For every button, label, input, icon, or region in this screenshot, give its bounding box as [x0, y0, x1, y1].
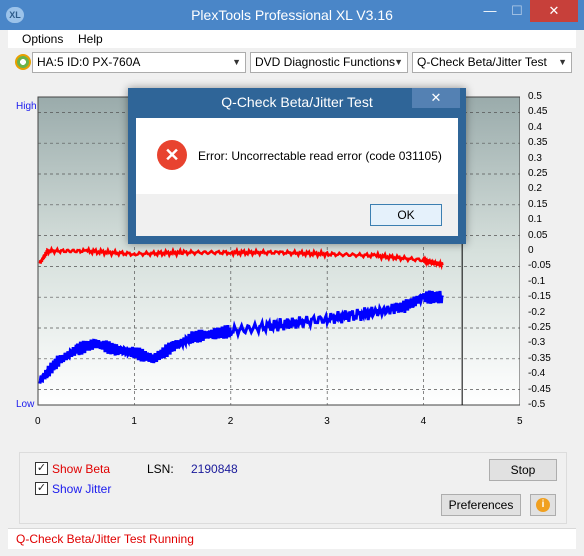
stop-button[interactable]: Stop	[489, 459, 557, 481]
lsn-label: LSN:	[147, 462, 174, 476]
y-tick-label: 0.4	[528, 121, 542, 133]
y-tick-label: -0.4	[528, 368, 546, 380]
preferences-button[interactable]: Preferences	[441, 494, 521, 516]
dialog-close-button[interactable]: ✕	[412, 88, 460, 108]
test-select[interactable]: Q-Check Beta/Jitter Test ▼	[412, 52, 572, 73]
y-tick-label: 0.35	[528, 137, 548, 149]
y-tick-label: -0.35	[528, 352, 551, 364]
y-axis-low-label: Low	[16, 399, 35, 410]
y-tick-label: 0.3	[528, 152, 542, 164]
y-tick-label: 0	[528, 245, 534, 256]
error-message: Error: Uncorrectable read error (code 03…	[198, 149, 442, 163]
y-tick-label: -0.1	[528, 275, 546, 287]
y-tick-label: 0.05	[528, 229, 548, 241]
chevron-down-icon: ▼	[558, 57, 567, 67]
toolbar: HA:5 ID:0 PX-760A ▼ DVD Diagnostic Funct…	[8, 48, 576, 78]
y-axis-high-label: High	[16, 101, 37, 112]
disc-drive-icon	[15, 54, 31, 70]
menu-bar: Options Help	[8, 30, 576, 48]
y-tick-label: 0.5	[528, 91, 542, 102]
ok-button[interactable]: OK	[370, 204, 442, 226]
x-tick-label: 5	[517, 416, 523, 427]
y-tick-label: -0.45	[528, 383, 551, 395]
y-tick-label: 0.2	[528, 183, 542, 195]
status-bar: Q-Check Beta/Jitter Test Running	[8, 528, 576, 549]
close-button[interactable]: ✕	[530, 0, 578, 22]
show-beta-checkbox[interactable]: ✓	[35, 462, 48, 475]
menu-options[interactable]: Options	[22, 32, 63, 46]
x-tick-label: 2	[227, 416, 234, 427]
y-tick-label: -0.05	[528, 260, 551, 272]
error-icon: ✕	[157, 140, 187, 170]
minimize-button[interactable]: —	[476, 0, 504, 22]
dialog-body: ✕ Error: Uncorrectable read error (code …	[136, 118, 458, 194]
menu-help[interactable]: Help	[78, 32, 103, 46]
x-tick-label: 1	[131, 416, 137, 427]
maximize-button[interactable]: ☐	[504, 0, 530, 22]
y-tick-label: 0.15	[528, 198, 548, 210]
lsn-value: 2190848	[191, 462, 238, 476]
y-tick-label: 0.45	[528, 106, 548, 118]
y-tick-label: -0.3	[528, 337, 546, 349]
show-jitter-label[interactable]: Show Jitter	[52, 482, 111, 496]
x-tick-label: 3	[324, 416, 330, 427]
y-tick-label: 0.1	[528, 214, 542, 226]
y-tick-label: -0.15	[528, 291, 551, 303]
show-beta-label[interactable]: Show Beta	[52, 462, 110, 476]
show-jitter-checkbox[interactable]: ✓	[35, 482, 48, 495]
dialog-footer: OK	[136, 194, 458, 236]
x-tick-label: 4	[420, 416, 427, 427]
status-text: Q-Check Beta/Jitter Test Running	[16, 532, 194, 546]
y-tick-label: -0.25	[528, 322, 551, 333]
main-window: XL PlexTools Professional XL V3.16 — ☐ ✕…	[0, 0, 584, 556]
y-tick-label: -0.5	[528, 399, 546, 410]
drive-select-value: HA:5 ID:0 PX-760A	[37, 55, 141, 69]
error-dialog: Q-Check Beta/Jitter Test ✕ ✕ Error: Unco…	[128, 88, 466, 244]
title-bar[interactable]: XL PlexTools Professional XL V3.16 — ☐ ✕	[0, 0, 584, 30]
chevron-down-icon: ▼	[394, 57, 403, 67]
info-icon: i	[536, 498, 550, 512]
test-select-value: Q-Check Beta/Jitter Test	[417, 55, 547, 69]
function-select[interactable]: DVD Diagnostic Functions ▼	[250, 52, 408, 73]
chevron-down-icon: ▼	[232, 57, 241, 67]
x-tick-label: 0	[35, 416, 41, 427]
drive-select[interactable]: HA:5 ID:0 PX-760A ▼	[32, 52, 246, 73]
info-button[interactable]: i	[530, 494, 556, 516]
function-select-value: DVD Diagnostic Functions	[255, 55, 396, 69]
y-tick-label: -0.2	[528, 306, 546, 318]
y-tick-label: 0.25	[528, 168, 548, 179]
